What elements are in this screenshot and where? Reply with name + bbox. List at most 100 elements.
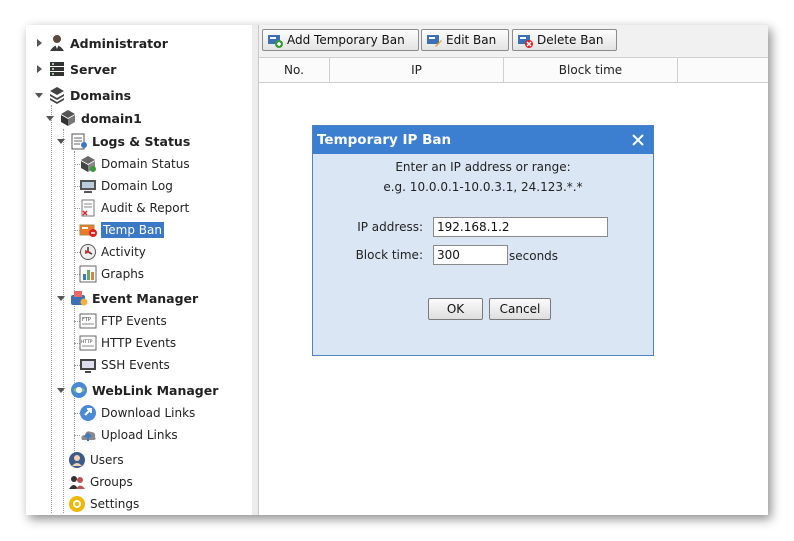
tree-item-label: Users: [90, 453, 124, 467]
http-events-icon: HTTP: [79, 334, 97, 352]
tree-item-domains[interactable]: Domains: [34, 84, 131, 106]
tree-line: [63, 129, 64, 513]
tree-item-label: Logs & Status: [92, 133, 191, 149]
collapse-arrow-icon[interactable]: [34, 90, 44, 100]
event-manager-icon: [70, 289, 88, 307]
tree-item-users[interactable]: Users: [68, 449, 124, 471]
delete-ban-label: Delete Ban: [537, 33, 604, 47]
block-time-input[interactable]: [433, 245, 508, 265]
tree-item-label: domain1: [81, 110, 142, 126]
logs-icon: [70, 132, 88, 150]
tree-item-label: SSH Events: [101, 358, 170, 372]
server-icon: [48, 60, 66, 78]
tree-item-domain-status[interactable]: Domain Status: [79, 153, 190, 175]
groups-icon: [68, 473, 86, 491]
tree-item-label: FTP Events: [101, 314, 167, 328]
dialog-title-bar[interactable]: Temporary IP Ban: [313, 126, 653, 154]
users-icon: [68, 451, 86, 469]
audit-report-icon: [79, 199, 97, 217]
domain-icon: [59, 109, 77, 127]
tree-item-download-links[interactable]: Download Links: [79, 402, 195, 424]
temporary-ip-ban-dialog: Temporary IP Ban Enter an IP address or …: [312, 125, 654, 356]
tree-item-graphs[interactable]: Graphs: [79, 263, 144, 285]
tree-item-label: Settings: [90, 497, 140, 511]
expand-arrow-icon[interactable]: [34, 64, 44, 74]
column-header-no[interactable]: No.: [259, 58, 330, 82]
tree-item-upload-links[interactable]: Upload Links: [79, 424, 178, 446]
ok-button[interactable]: OK: [428, 298, 483, 320]
tree-item-weblink-manager[interactable]: WebLink Manager: [56, 379, 218, 401]
tree-item-administrator[interactable]: Administrator: [34, 32, 168, 54]
ssh-events-icon: [79, 356, 97, 374]
tree-item-label: Temp Ban: [101, 222, 164, 238]
column-header-ip[interactable]: IP: [330, 58, 504, 82]
tree-item-settings[interactable]: Settings: [68, 493, 139, 515]
tree-item-label: Domain Log: [101, 179, 173, 193]
cancel-button[interactable]: Cancel: [489, 298, 551, 320]
close-icon[interactable]: [629, 131, 647, 149]
tree-item-label: HTTP Events: [101, 336, 177, 350]
tree-item-label: Groups: [90, 475, 133, 489]
svg-text:FTP: FTP: [82, 317, 91, 323]
collapse-arrow-icon[interactable]: [56, 293, 66, 303]
svg-text:HTTP: HTTP: [81, 339, 93, 345]
ip-address-label: IP address:: [357, 220, 423, 234]
tree-item-http-events[interactable]: HTTP HTTP Events: [79, 332, 176, 354]
tree-item-logs-status[interactable]: Logs & Status: [56, 130, 190, 152]
edit-ban-button[interactable]: Edit Ban: [421, 29, 509, 51]
column-header-block-time[interactable]: Block time: [504, 58, 678, 82]
add-temporary-ban-button[interactable]: Add Temporary Ban: [262, 29, 419, 51]
graphs-icon: [79, 265, 97, 283]
table-header: No. IP Block time: [259, 58, 768, 83]
dialog-body: Enter an IP address or range: e.g. 10.0.…: [313, 154, 653, 355]
tree-item-ssh-events[interactable]: SSH Events: [79, 354, 170, 376]
dialog-title: Temporary IP Ban: [317, 132, 452, 148]
block-time-unit: seconds: [509, 249, 559, 263]
temp-ban-icon: [79, 221, 97, 239]
block-time-label: Block time:: [355, 248, 423, 262]
domains-icon: [48, 86, 66, 104]
tree-item-label: Activity: [101, 245, 146, 259]
tree-item-label: Domains: [70, 87, 132, 103]
tree-item-label: Audit & Report: [101, 201, 190, 215]
tree-item-domain-log[interactable]: Domain Log: [79, 175, 173, 197]
add-temporary-ban-label: Add Temporary Ban: [287, 33, 405, 47]
collapse-arrow-icon[interactable]: [56, 136, 66, 146]
tree-item-label: Graphs: [101, 267, 145, 281]
ip-address-input[interactable]: [433, 217, 608, 237]
tree-item-audit-report[interactable]: Audit & Report: [79, 197, 189, 219]
domain-log-icon: [79, 177, 97, 195]
settings-icon: [68, 495, 86, 513]
delete-ban-icon: [517, 32, 533, 48]
tree-item-groups[interactable]: Groups: [68, 471, 133, 493]
dialog-instruction: Enter an IP address or range:: [395, 160, 571, 174]
tree-item-label: Domain Status: [101, 157, 190, 171]
tree-item-temp-ban[interactable]: Temp Ban: [79, 219, 164, 241]
dialog-example: e.g. 10.0.0.1-10.0.3.1, 24.123.*.*: [383, 180, 583, 194]
domain-status-icon: [79, 155, 97, 173]
collapse-arrow-icon[interactable]: [45, 113, 55, 123]
navigation-tree: Administrator Server Domains domain1 Log…: [26, 25, 253, 515]
tree-item-server[interactable]: Server: [34, 58, 116, 80]
upload-links-icon: [79, 426, 97, 444]
tree-item-label: WebLink Manager: [92, 382, 219, 398]
edit-ban-icon: [426, 32, 442, 48]
administrator-icon: [48, 34, 66, 52]
tree-item-activity[interactable]: Activity: [79, 241, 146, 263]
tree-item-domain1[interactable]: domain1: [45, 107, 142, 129]
collapse-arrow-icon[interactable]: [56, 385, 66, 395]
ftp-events-icon: FTP: [79, 312, 97, 330]
tree-item-label: Upload Links: [101, 428, 178, 442]
tree-item-label: Administrator: [70, 35, 168, 51]
activity-icon: [79, 243, 97, 261]
expand-arrow-icon[interactable]: [34, 38, 44, 48]
add-ban-icon: [267, 32, 283, 48]
edit-ban-label: Edit Ban: [446, 33, 497, 47]
tree-item-label: Event Manager: [92, 290, 199, 306]
panel-splitter[interactable]: [252, 25, 259, 515]
tree-item-label: Server: [70, 61, 117, 77]
tree-item-ftp-events[interactable]: FTP FTP Events: [79, 310, 167, 332]
download-links-icon: [79, 404, 97, 422]
tree-item-event-manager[interactable]: Event Manager: [56, 287, 198, 309]
delete-ban-button[interactable]: Delete Ban: [512, 29, 617, 51]
